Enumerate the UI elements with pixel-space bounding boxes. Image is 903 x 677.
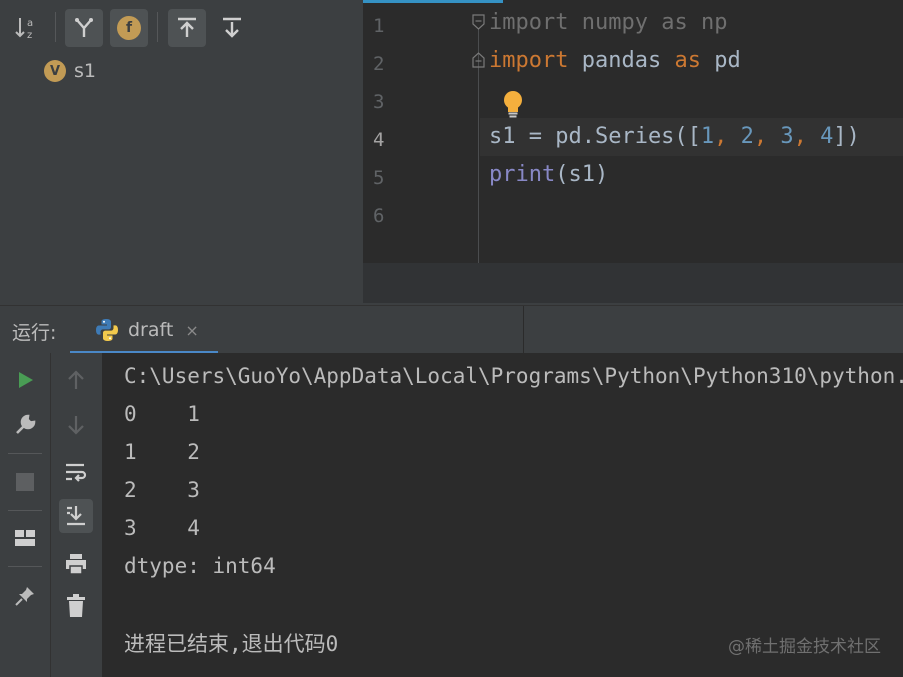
- svg-text:a: a: [27, 18, 33, 29]
- comma: ,: [753, 124, 781, 149]
- fold-marker-icon[interactable]: [472, 14, 485, 30]
- alias: pd: [700, 48, 741, 73]
- line-number: 6: [373, 205, 385, 227]
- line-number: 2: [373, 53, 385, 75]
- editor-scroll-area: [363, 263, 903, 303]
- sort-alpha-icon[interactable]: a z: [8, 9, 46, 47]
- wrench-icon[interactable]: [8, 408, 42, 442]
- print-icon[interactable]: [59, 547, 93, 581]
- svg-text:z: z: [27, 30, 32, 41]
- fold-marker-icon[interactable]: [472, 52, 485, 68]
- code-text: (s1): [555, 162, 609, 187]
- stop-icon[interactable]: [8, 465, 42, 499]
- close-icon[interactable]: ×: [185, 321, 198, 340]
- expand-icon[interactable]: [65, 9, 103, 47]
- code-line-1: import numpy as np: [489, 4, 727, 42]
- trash-icon[interactable]: [59, 589, 93, 623]
- layout-icon[interactable]: [8, 521, 42, 555]
- tab-label: draft: [128, 319, 174, 341]
- watermark: @稀土掘金技术社区: [728, 637, 881, 657]
- keyword: import: [489, 48, 569, 73]
- module-name: numpy: [568, 10, 662, 35]
- header-divider: [523, 306, 524, 354]
- keyword: as: [674, 48, 701, 73]
- code-line-5: print(s1): [489, 156, 608, 194]
- tab-draft[interactable]: draft ×: [86, 306, 218, 354]
- console-line: 3 4: [124, 516, 200, 540]
- field-icon[interactable]: f: [110, 9, 148, 47]
- run-panel-title: 运行:: [12, 322, 57, 344]
- scroll-to-end-icon[interactable]: [59, 499, 93, 533]
- console-line: 1 2: [124, 440, 200, 464]
- soft-wrap-icon[interactable]: [59, 455, 93, 489]
- comma: ,: [714, 124, 741, 149]
- arrow-up-icon[interactable]: [59, 363, 93, 397]
- structure-toolbar: a z f: [0, 0, 363, 52]
- run-toolbar-primary: [0, 353, 50, 677]
- alias: np: [687, 10, 728, 35]
- console-line: 2 3: [124, 478, 200, 502]
- code-text: ]): [833, 124, 860, 149]
- code-text: s1 = pd.Series([: [489, 124, 701, 149]
- pin-icon[interactable]: [8, 579, 42, 613]
- number-literal: 1: [700, 124, 715, 149]
- line-gutter: 1 2 3 4 5 6: [363, 3, 479, 263]
- keyword: import: [489, 10, 569, 35]
- code-line-4: s1 = pd.Series([1, 2, 3, 4]): [489, 118, 860, 156]
- console-line: dtype: int64: [124, 554, 276, 578]
- line-number: 5: [373, 167, 385, 189]
- line-number: 1: [373, 15, 385, 37]
- run-toolbar-secondary: [50, 353, 102, 677]
- intention-bulb-icon[interactable]: [501, 90, 525, 118]
- line-number-current: 4: [373, 129, 385, 151]
- console-line-exit: 进程已结束,退出代码0: [124, 632, 339, 656]
- keyword: as: [661, 10, 688, 35]
- toolbar-separator: [157, 12, 158, 42]
- line-number: 3: [373, 91, 385, 113]
- builtin-function: print: [489, 162, 556, 187]
- code-line-2: import pandas as pd: [489, 42, 741, 80]
- console-line: C:\Users\GuoYo\AppData\Local\Programs\Py…: [124, 364, 903, 388]
- comma: ,: [793, 124, 821, 149]
- toolbar-separator: [8, 453, 42, 454]
- run-panel-header: 运行: draft ×: [0, 305, 903, 354]
- rerun-icon[interactable]: [8, 363, 42, 397]
- console-output[interactable]: C:\Users\GuoYo\AppData\Local\Programs\Py…: [102, 353, 903, 677]
- scroll-from-source-icon[interactable]: [168, 9, 206, 47]
- number-literal: 2: [740, 124, 754, 149]
- toolbar-separator: [8, 510, 42, 511]
- number-literal: 4: [820, 124, 834, 149]
- python-icon: [96, 319, 118, 341]
- structure-item-label: s1: [74, 60, 96, 82]
- scroll-to-source-icon[interactable]: [213, 9, 251, 47]
- toolbar-separator: [8, 566, 42, 567]
- structure-panel: a z f V s1: [0, 0, 363, 305]
- toolbar-separator: [55, 12, 56, 42]
- arrow-down-icon[interactable]: [59, 408, 93, 442]
- variable-icon: V: [44, 60, 66, 82]
- structure-item-s1[interactable]: V s1: [44, 58, 96, 84]
- console-line: 0 1: [124, 402, 200, 426]
- module-name: pandas: [568, 48, 675, 73]
- number-literal: 3: [780, 124, 794, 149]
